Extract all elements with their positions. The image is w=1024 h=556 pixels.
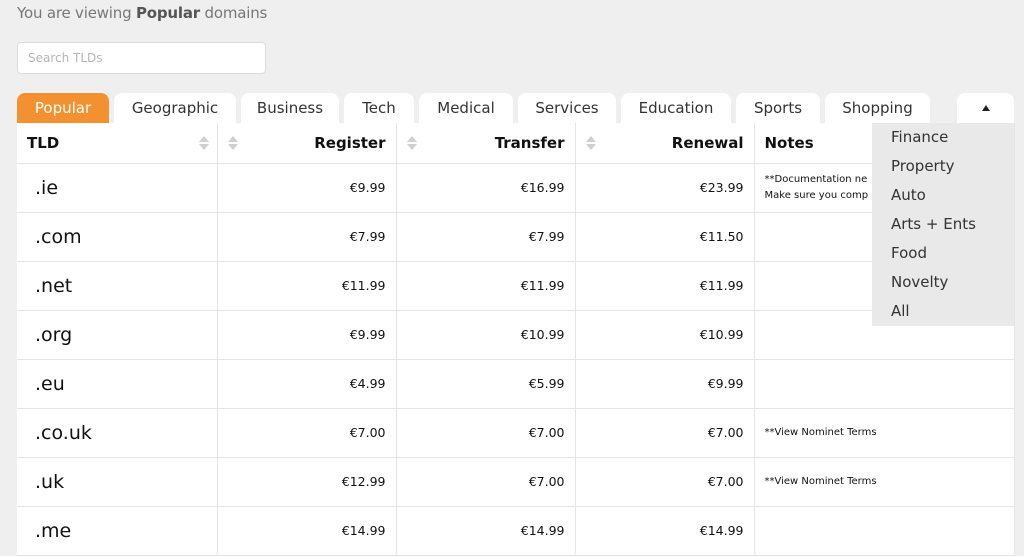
table-row: .me €14.99 €14.99 €14.99 [17, 506, 1015, 556]
table-row: .uk €12.99 €7.00 €7.00 **View Nominet Te… [17, 457, 1015, 507]
dropdown-item-finance[interactable]: Finance [872, 125, 1014, 154]
notes-cell [754, 506, 1015, 556]
tld-cell: .co.uk [17, 408, 218, 458]
renewal-price: €7.00 [575, 457, 755, 507]
register-price: €11.99 [217, 261, 397, 311]
register-price: €4.99 [217, 359, 397, 409]
register-price: €12.99 [217, 457, 397, 507]
renewal-price: €23.99 [575, 163, 755, 213]
tld-cell: .org [17, 310, 218, 360]
table-row: .com €7.99 €7.99 €11.50 [17, 212, 1015, 262]
renewal-price: €11.99 [575, 261, 755, 311]
table-row: .org €9.99 €10.99 €10.99 [17, 310, 1015, 360]
tab-medical[interactable]: Medical [419, 93, 513, 123]
sort-icon[interactable] [406, 135, 417, 150]
tab-geographic[interactable]: Geographic [114, 93, 236, 123]
sort-icon[interactable] [198, 135, 209, 150]
column-header-tld-label: TLD [27, 133, 60, 152]
sort-icon[interactable] [227, 135, 238, 150]
viewing-caption: You are viewing Popular domains [17, 4, 267, 22]
transfer-price: €5.99 [396, 359, 576, 409]
transfer-price: €7.99 [396, 212, 576, 262]
tab-education[interactable]: Education [621, 93, 731, 123]
column-header-transfer-label: Transfer [494, 133, 565, 152]
search-input[interactable] [17, 42, 266, 74]
dropdown-item-novelty[interactable]: Novelty [872, 270, 1014, 299]
notes-cell [754, 359, 1015, 409]
column-header-notes-label: Notes [764, 133, 814, 152]
renewal-price: €11.50 [575, 212, 755, 262]
register-price: €9.99 [217, 310, 397, 360]
dropdown-item-food[interactable]: Food [872, 241, 1014, 270]
table-row: .net €11.99 €11.99 €11.99 [17, 261, 1015, 311]
column-header-register-label: Register [314, 133, 386, 152]
viewing-suffix: domains [199, 4, 268, 22]
tld-cell: .eu [17, 359, 218, 409]
renewal-price: €9.99 [575, 359, 755, 409]
transfer-price: €16.99 [396, 163, 576, 213]
viewing-prefix: You are viewing [17, 4, 136, 22]
sort-icon[interactable] [585, 135, 596, 150]
dropdown-item-all[interactable]: All [872, 299, 1014, 328]
tab-business[interactable]: Business [241, 93, 339, 123]
more-categories-tab[interactable] [957, 93, 1014, 123]
column-header-renewal[interactable]: Renewal [575, 123, 755, 164]
column-header-register[interactable]: Register [217, 123, 397, 164]
triangle-up-icon [981, 105, 990, 111]
column-header-renewal-label: Renewal [671, 133, 744, 152]
table-row: .ie €9.99 €16.99 €23.99 **Documentation … [17, 163, 1015, 213]
transfer-price: €10.99 [396, 310, 576, 360]
register-price: €7.00 [217, 408, 397, 458]
table-row: .eu €4.99 €5.99 €9.99 [17, 359, 1015, 409]
transfer-price: €14.99 [396, 506, 576, 556]
viewing-category: Popular [135, 4, 200, 22]
more-categories-dropdown: Finance Property Auto Arts + Ents Food N… [872, 123, 1014, 326]
dropdown-item-property[interactable]: Property [872, 154, 1014, 183]
column-header-tld[interactable]: TLD [17, 123, 218, 164]
renewal-price: €7.00 [575, 408, 755, 458]
transfer-price: €11.99 [396, 261, 576, 311]
table-row: .co.uk €7.00 €7.00 €7.00 **View Nominet … [17, 408, 1015, 458]
dropdown-item-auto[interactable]: Auto [872, 183, 1014, 212]
dropdown-item-arts-ents[interactable]: Arts + Ents [872, 212, 1014, 241]
tab-tech[interactable]: Tech [344, 93, 414, 123]
tab-services[interactable]: Services [518, 93, 616, 123]
register-price: €9.99 [217, 163, 397, 213]
tld-price-table: TLD Register Transfer Renewal Notes .ie … [17, 123, 1015, 556]
notes-cell[interactable]: **View Nominet Terms [754, 457, 1015, 507]
tld-cell: .me [17, 506, 218, 556]
tld-cell: .uk [17, 457, 218, 507]
transfer-price: €7.00 [396, 408, 576, 458]
register-price: €14.99 [217, 506, 397, 556]
notes-cell[interactable]: **View Nominet Terms [754, 408, 1015, 458]
tld-cell: .ie [17, 163, 218, 213]
renewal-price: €14.99 [575, 506, 755, 556]
tab-shopping[interactable]: Shopping [825, 93, 930, 123]
tab-popular[interactable]: Popular [17, 93, 109, 123]
tab-sports[interactable]: Sports [736, 93, 820, 123]
table-header-row: TLD Register Transfer Renewal Notes [17, 123, 1015, 164]
tld-cell: .net [17, 261, 218, 311]
renewal-price: €10.99 [575, 310, 755, 360]
column-header-transfer[interactable]: Transfer [396, 123, 576, 164]
transfer-price: €7.00 [396, 457, 576, 507]
tld-cell: .com [17, 212, 218, 262]
register-price: €7.99 [217, 212, 397, 262]
